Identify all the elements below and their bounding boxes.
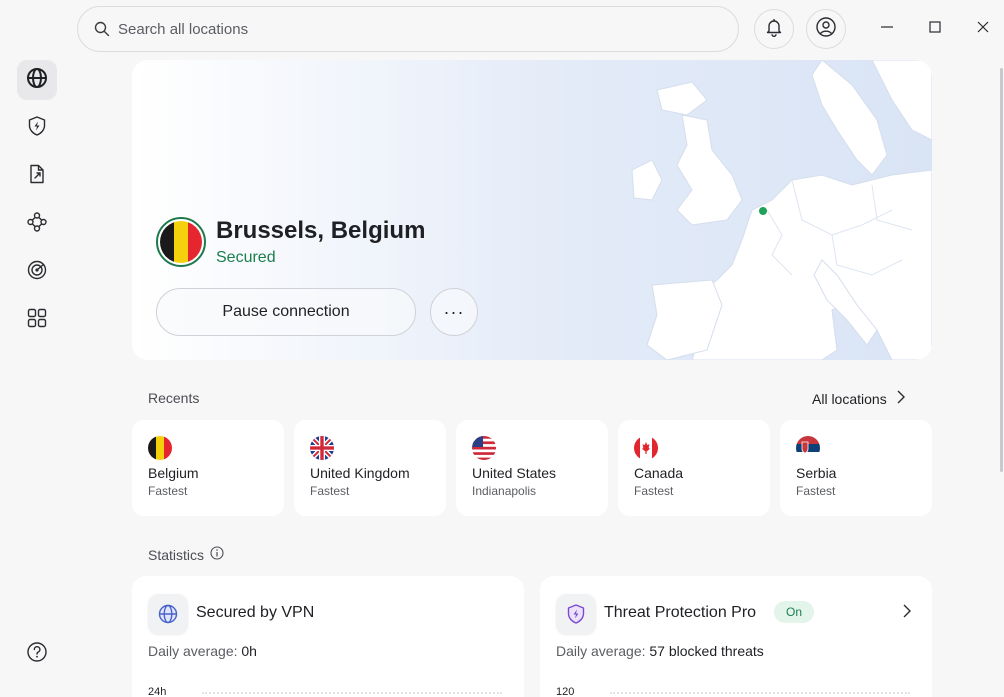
minimize-button[interactable] <box>872 14 902 44</box>
close-icon <box>977 20 989 38</box>
connection-hero: Brussels, Belgium Secured Pause connecti… <box>132 60 932 360</box>
recent-country: United States <box>472 465 557 481</box>
recent-country: Serbia <box>796 465 837 481</box>
recent-detail: Fastest <box>796 484 836 498</box>
shield-bolt-icon <box>26 115 48 142</box>
recent-card-united-states[interactable]: United States Indianapolis <box>456 420 608 516</box>
recents-heading: Recents <box>148 390 200 406</box>
radar-icon <box>26 259 48 286</box>
vpn-chart-gridline <box>202 692 502 694</box>
uk-flag <box>310 436 334 460</box>
threat-daily-average: Daily average: 57 blocked threats <box>556 643 764 659</box>
belgium-flag <box>148 436 172 460</box>
vpn-axis-top-label: 24h <box>148 686 167 697</box>
threat-protection-card[interactable]: Threat Protection Pro On Daily average: … <box>540 576 932 697</box>
recent-detail: Indianapolis <box>472 484 537 498</box>
belgium-flag-large <box>156 217 206 267</box>
connection-status: Secured <box>216 249 276 266</box>
vpn-stats-title: Secured by VPN <box>196 604 315 621</box>
recent-card-canada[interactable]: Canada Fastest <box>618 420 770 516</box>
sidebar-item-file-sharing[interactable] <box>17 156 57 196</box>
threat-daily-label: Daily average: <box>556 643 646 659</box>
statistics-heading: Statistics <box>148 546 224 563</box>
connected-location-title: Brussels, Belgium <box>216 217 426 244</box>
pause-connection-button[interactable]: Pause connection <box>156 288 416 336</box>
notifications-button[interactable] <box>754 9 794 49</box>
search-input[interactable] <box>118 20 738 38</box>
close-button[interactable] <box>968 14 998 44</box>
recent-card-belgium[interactable]: Belgium Fastest <box>132 420 284 516</box>
maximize-button[interactable] <box>920 14 950 44</box>
server-location-marker <box>759 207 767 215</box>
recent-country: United Kingdom <box>310 465 410 481</box>
more-options-button[interactable]: ··· <box>430 288 478 336</box>
vpn-daily-value: 0h <box>241 643 257 659</box>
sidebar-item-globe[interactable] <box>17 60 57 100</box>
chevron-right-icon <box>897 390 905 407</box>
chevron-right-icon[interactable] <box>903 604 911 623</box>
sidebar <box>0 56 74 697</box>
all-locations-link[interactable]: All locations <box>812 390 905 407</box>
vpn-stats-card[interactable]: Secured by VPN Daily average: 0h 24h <box>132 576 524 697</box>
all-locations-label: All locations <box>812 390 887 407</box>
recent-country: Canada <box>634 465 684 481</box>
sidebar-item-dark-web-monitor[interactable] <box>17 252 57 292</box>
canada-flag <box>634 436 658 460</box>
globe-icon <box>26 67 48 94</box>
minimize-icon <box>881 20 893 38</box>
scrollbar[interactable] <box>1000 68 1003 472</box>
vpn-daily-label: Daily average: <box>148 643 238 659</box>
recent-detail: Fastest <box>310 484 350 498</box>
apps-grid-icon <box>26 307 48 334</box>
account-button[interactable] <box>806 9 846 49</box>
bell-icon <box>764 17 784 42</box>
help-icon <box>26 641 48 668</box>
vpn-daily-average: Daily average: 0h <box>148 643 257 659</box>
search-bar[interactable] <box>77 6 739 52</box>
file-share-icon <box>26 163 48 190</box>
search-icon <box>94 21 110 37</box>
recent-card-serbia[interactable]: Serbia Fastest <box>780 420 932 516</box>
recent-detail: Fastest <box>634 484 674 498</box>
account-icon <box>815 16 837 43</box>
statistics-title: Statistics <box>148 546 205 563</box>
serbia-flag <box>796 436 820 460</box>
meshnet-icon <box>26 211 48 238</box>
threat-chart-gridline <box>610 692 910 694</box>
threat-status-badge: On <box>774 601 815 623</box>
vpn-globe-icon <box>148 594 188 634</box>
us-flag <box>472 436 496 460</box>
sidebar-item-threat-protection[interactable] <box>17 108 57 148</box>
threat-stats-title: Threat Protection Pro <box>604 604 757 621</box>
sidebar-item-apps[interactable] <box>17 300 57 340</box>
sidebar-item-meshnet[interactable] <box>17 204 57 244</box>
info-icon[interactable] <box>210 546 224 563</box>
maximize-icon <box>929 20 941 38</box>
threat-axis-top-label: 120 <box>556 686 575 697</box>
help-button[interactable] <box>17 634 57 674</box>
recent-country: Belgium <box>148 465 199 481</box>
recent-detail: Fastest <box>148 484 188 498</box>
threat-daily-value: 57 blocked threats <box>649 643 764 659</box>
recent-card-united-kingdom[interactable]: United Kingdom Fastest <box>294 420 446 516</box>
threat-shield-icon <box>556 594 596 634</box>
